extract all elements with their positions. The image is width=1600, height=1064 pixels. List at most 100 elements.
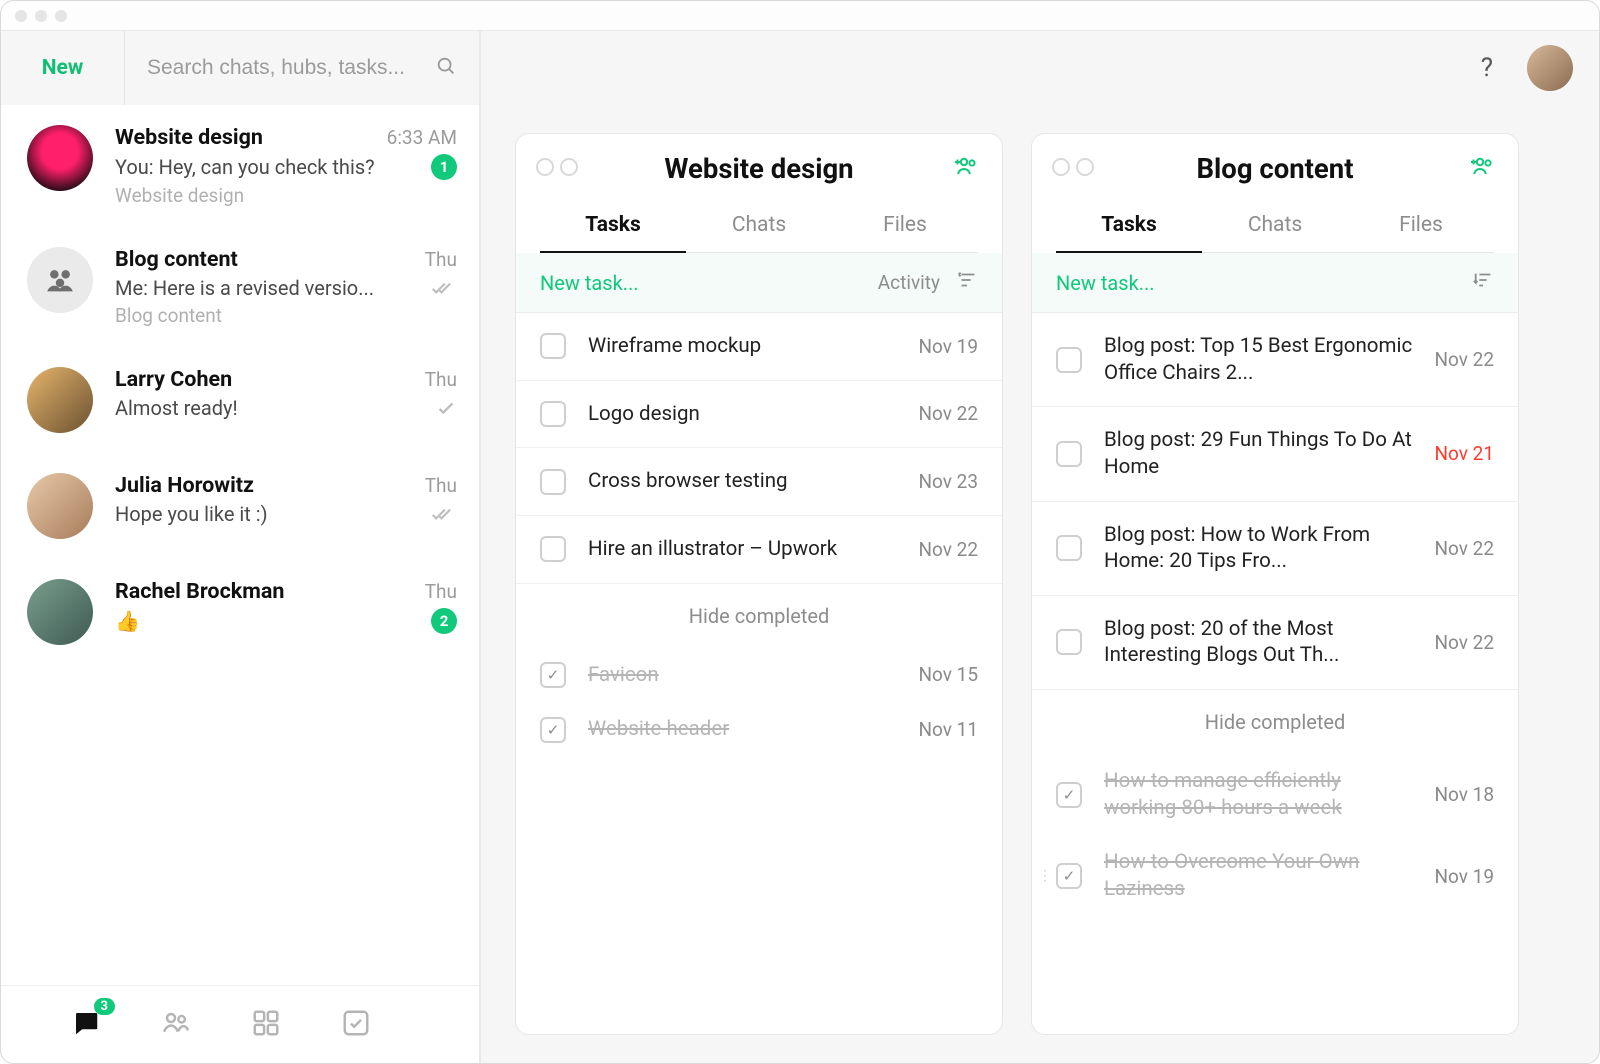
chat-time: 6:33 AM (387, 126, 457, 149)
window-dot-close[interactable] (15, 10, 27, 22)
help-icon[interactable]: ? (1481, 53, 1493, 83)
hide-completed-button[interactable]: Hide completed (1032, 690, 1518, 754)
task-checkbox[interactable] (1056, 347, 1082, 373)
chat-status: 2 (431, 608, 457, 634)
task-date: Nov 22 (918, 402, 978, 425)
task-date: Nov 21 (1434, 442, 1494, 465)
task-title: How to manage efficiently working 80+ ho… (1104, 768, 1412, 821)
task-checkbox[interactable] (1056, 441, 1082, 467)
task-checkbox[interactable] (540, 662, 566, 688)
nav-chats-icon[interactable]: 3 (71, 1008, 101, 1042)
window-dot-min[interactable] (35, 10, 47, 22)
new-button[interactable]: New (1, 31, 125, 105)
board-tab-tasks[interactable]: Tasks (1056, 201, 1202, 253)
chat-preview: Almost ready! (115, 396, 425, 420)
task-row-completed[interactable]: How to manage efficiently working 80+ ho… (1032, 754, 1518, 835)
task-checkbox[interactable] (1056, 535, 1082, 561)
nav-hubs-icon[interactable] (251, 1008, 281, 1042)
invite-people-icon[interactable] (952, 154, 980, 182)
task-row[interactable]: Cross browser testingNov 23 (516, 448, 1002, 516)
nav-tasks-icon[interactable] (341, 1008, 371, 1042)
unread-badge: 1 (431, 154, 457, 180)
drag-handle-icon[interactable]: ⋮⋮ (1038, 868, 1062, 884)
new-task-label: New task... (1056, 271, 1472, 295)
board-tab-chats[interactable]: Chats (686, 201, 832, 253)
check-icon (435, 397, 457, 419)
task-checkbox[interactable] (1056, 629, 1082, 655)
task-row-completed[interactable]: ⋮⋮How to Overcome Your Own LazinessNov 1… (1032, 835, 1518, 916)
board-title: Website design (540, 152, 978, 185)
chat-item[interactable]: Rachel BrockmanThu👍2 (1, 559, 479, 665)
chat-name: Blog content (115, 247, 425, 272)
task-list: Wireframe mockupNov 19 Logo design Nov 22 C… (516, 313, 1002, 584)
chat-avatar (27, 367, 93, 433)
task-date: Nov 18 (1434, 783, 1494, 806)
invite-people-icon[interactable] (1468, 154, 1496, 182)
chat-status: 1 (431, 154, 457, 180)
chat-time: Thu (425, 368, 457, 391)
board-tab-tasks[interactable]: Tasks (540, 201, 686, 253)
task-row[interactable]: Blog post: Top 15 Best Ergonomic Office … (1032, 313, 1518, 407)
chat-item[interactable]: Blog contentThuMe: Here is a revised ver… (1, 227, 479, 347)
task-row-completed[interactable]: FaviconNov 15 (516, 648, 1002, 703)
task-checkbox[interactable] (540, 333, 566, 359)
new-task-row[interactable]: New task...Activity (516, 253, 1002, 313)
board-header: Blog contentTasksChatsFiles (1032, 134, 1518, 253)
chat-preview: You: Hey, can you check this? (115, 155, 421, 179)
board-dots[interactable] (536, 158, 578, 176)
main-header: ? (481, 31, 1599, 105)
board-tab-files[interactable]: Files (832, 201, 978, 253)
new-task-row[interactable]: New task... (1032, 253, 1518, 313)
sort-icon[interactable] (956, 269, 978, 296)
chat-item[interactable]: Larry CohenThuAlmost ready! (1, 347, 479, 453)
chat-preview: Me: Here is a revised versio... (115, 276, 421, 300)
chat-body: Rachel BrockmanThu👍2 (115, 579, 457, 645)
board-header: Website design TasksChatsFiles (516, 134, 1002, 253)
task-row[interactable]: Hire an illustrator – UpworkNov 22 (516, 516, 1002, 584)
task-checkbox[interactable] (1056, 782, 1082, 808)
task-row[interactable]: Logo design Nov 22 (516, 381, 1002, 449)
main-panel: ? Website designTasksChatsFilesNew task.… (481, 31, 1599, 1063)
double-check-icon (431, 277, 457, 299)
task-date: Nov 22 (1434, 631, 1494, 654)
boards-container: Website designTasksChatsFilesNew task...… (481, 105, 1599, 1063)
task-date: Nov 11 (918, 718, 978, 741)
search-input[interactable] (147, 56, 435, 80)
window-dot-max[interactable] (55, 10, 67, 22)
task-row[interactable]: Blog post: How to Work From Home: 20 Tip… (1032, 502, 1518, 596)
activity-label[interactable]: Activity (878, 271, 940, 294)
chat-name: Website design (115, 125, 387, 150)
board-dots[interactable] (1052, 158, 1094, 176)
chat-avatar (27, 473, 93, 539)
task-checkbox[interactable] (540, 717, 566, 743)
task-checkbox[interactable] (540, 469, 566, 495)
user-avatar[interactable] (1527, 45, 1573, 91)
task-date: Nov 22 (1434, 537, 1494, 560)
chat-subtitle: Website design (115, 184, 457, 207)
nav-people-icon[interactable] (161, 1008, 191, 1042)
task-row[interactable]: Blog post: 20 of the Most Interesting Bl… (1032, 596, 1518, 690)
sidebar-bottom-nav: 3 (1, 985, 479, 1063)
task-checkbox[interactable] (540, 401, 566, 427)
task-date: Nov 19 (1434, 865, 1494, 888)
sort-desc-icon[interactable] (1472, 269, 1494, 296)
task-row[interactable]: Wireframe mockupNov 19 (516, 313, 1002, 381)
task-title: Blog post: Top 15 Best Ergonomic Office … (1104, 333, 1412, 386)
new-task-label: New task... (540, 271, 878, 295)
task-row[interactable]: Blog post: 29 Fun Things To Do At HomeNo… (1032, 407, 1518, 501)
task-title: Blog post: How to Work From Home: 20 Tip… (1104, 522, 1412, 575)
board-tab-chats[interactable]: Chats (1202, 201, 1348, 253)
board: Website designTasksChatsFilesNew task...… (515, 133, 1003, 1035)
board-tab-files[interactable]: Files (1348, 201, 1494, 253)
board-tabs: TasksChatsFiles (540, 201, 978, 253)
task-row-completed[interactable]: Website headerNov 11 (516, 702, 1002, 757)
task-title: Logo design (588, 401, 896, 428)
search-icon[interactable] (435, 55, 457, 81)
chat-item[interactable]: Website design6:33 AMYou: Hey, can you c… (1, 105, 479, 227)
task-date: Nov 22 (918, 538, 978, 561)
task-checkbox[interactable] (540, 536, 566, 562)
chat-item[interactable]: Julia HorowitzThuHope you like it :) (1, 453, 479, 559)
window-titlebar (1, 1, 1599, 31)
task-title: Wireframe mockup (588, 333, 896, 360)
hide-completed-button[interactable]: Hide completed (516, 584, 1002, 648)
